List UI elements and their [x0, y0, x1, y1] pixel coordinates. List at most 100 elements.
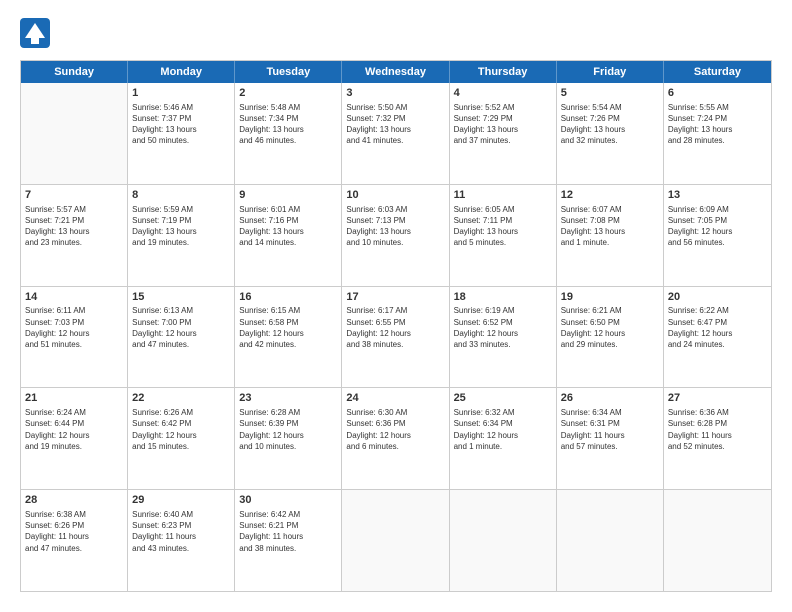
- day-cell-17: 17Sunrise: 6:17 AM Sunset: 6:55 PM Dayli…: [342, 287, 449, 388]
- calendar: SundayMondayTuesdayWednesdayThursdayFrid…: [20, 60, 772, 592]
- logo: [20, 20, 54, 50]
- day-cell-15: 15Sunrise: 6:13 AM Sunset: 7:00 PM Dayli…: [128, 287, 235, 388]
- day-cell-25: 25Sunrise: 6:32 AM Sunset: 6:34 PM Dayli…: [450, 388, 557, 489]
- calendar-header: SundayMondayTuesdayWednesdayThursdayFrid…: [21, 61, 771, 83]
- day-number: 8: [132, 188, 230, 203]
- day-info: Sunrise: 6:03 AM Sunset: 7:13 PM Dayligh…: [346, 204, 444, 249]
- day-number: 28: [25, 493, 123, 508]
- day-number: 25: [454, 391, 552, 406]
- day-info: Sunrise: 6:26 AM Sunset: 6:42 PM Dayligh…: [132, 407, 230, 452]
- day-number: 5: [561, 86, 659, 101]
- day-number: 16: [239, 290, 337, 305]
- week-row-3: 14Sunrise: 6:11 AM Sunset: 7:03 PM Dayli…: [21, 287, 771, 389]
- page: SundayMondayTuesdayWednesdayThursdayFrid…: [0, 0, 792, 612]
- day-number: 2: [239, 86, 337, 101]
- day-number: 13: [668, 188, 767, 203]
- day-header-thursday: Thursday: [450, 61, 557, 83]
- header: [20, 20, 772, 50]
- day-number: 29: [132, 493, 230, 508]
- day-number: 10: [346, 188, 444, 203]
- day-cell-1: 1Sunrise: 5:46 AM Sunset: 7:37 PM Daylig…: [128, 83, 235, 184]
- day-cell-28: 28Sunrise: 6:38 AM Sunset: 6:26 PM Dayli…: [21, 490, 128, 591]
- day-cell-5: 5Sunrise: 5:54 AM Sunset: 7:26 PM Daylig…: [557, 83, 664, 184]
- day-number: 11: [454, 188, 552, 203]
- day-info: Sunrise: 5:57 AM Sunset: 7:21 PM Dayligh…: [25, 204, 123, 249]
- day-number: 30: [239, 493, 337, 508]
- day-info: Sunrise: 6:42 AM Sunset: 6:21 PM Dayligh…: [239, 509, 337, 554]
- day-cell-12: 12Sunrise: 6:07 AM Sunset: 7:08 PM Dayli…: [557, 185, 664, 286]
- day-header-tuesday: Tuesday: [235, 61, 342, 83]
- day-cell-20: 20Sunrise: 6:22 AM Sunset: 6:47 PM Dayli…: [664, 287, 771, 388]
- day-cell-8: 8Sunrise: 5:59 AM Sunset: 7:19 PM Daylig…: [128, 185, 235, 286]
- logo-icon: [20, 18, 50, 48]
- day-number: 9: [239, 188, 337, 203]
- empty-cell: [557, 490, 664, 591]
- day-info: Sunrise: 6:30 AM Sunset: 6:36 PM Dayligh…: [346, 407, 444, 452]
- day-info: Sunrise: 5:55 AM Sunset: 7:24 PM Dayligh…: [668, 102, 767, 147]
- day-info: Sunrise: 6:07 AM Sunset: 7:08 PM Dayligh…: [561, 204, 659, 249]
- day-cell-7: 7Sunrise: 5:57 AM Sunset: 7:21 PM Daylig…: [21, 185, 128, 286]
- day-cell-18: 18Sunrise: 6:19 AM Sunset: 6:52 PM Dayli…: [450, 287, 557, 388]
- day-cell-9: 9Sunrise: 6:01 AM Sunset: 7:16 PM Daylig…: [235, 185, 342, 286]
- day-cell-19: 19Sunrise: 6:21 AM Sunset: 6:50 PM Dayli…: [557, 287, 664, 388]
- day-cell-14: 14Sunrise: 6:11 AM Sunset: 7:03 PM Dayli…: [21, 287, 128, 388]
- day-info: Sunrise: 6:15 AM Sunset: 6:58 PM Dayligh…: [239, 305, 337, 350]
- day-cell-29: 29Sunrise: 6:40 AM Sunset: 6:23 PM Dayli…: [128, 490, 235, 591]
- day-number: 15: [132, 290, 230, 305]
- day-info: Sunrise: 6:36 AM Sunset: 6:28 PM Dayligh…: [668, 407, 767, 452]
- day-header-sunday: Sunday: [21, 61, 128, 83]
- day-cell-27: 27Sunrise: 6:36 AM Sunset: 6:28 PM Dayli…: [664, 388, 771, 489]
- day-info: Sunrise: 6:22 AM Sunset: 6:47 PM Dayligh…: [668, 305, 767, 350]
- day-number: 19: [561, 290, 659, 305]
- day-cell-4: 4Sunrise: 5:52 AM Sunset: 7:29 PM Daylig…: [450, 83, 557, 184]
- day-number: 3: [346, 86, 444, 101]
- day-info: Sunrise: 5:50 AM Sunset: 7:32 PM Dayligh…: [346, 102, 444, 147]
- day-cell-22: 22Sunrise: 6:26 AM Sunset: 6:42 PM Dayli…: [128, 388, 235, 489]
- day-header-saturday: Saturday: [664, 61, 771, 83]
- day-number: 22: [132, 391, 230, 406]
- day-cell-3: 3Sunrise: 5:50 AM Sunset: 7:32 PM Daylig…: [342, 83, 449, 184]
- week-row-5: 28Sunrise: 6:38 AM Sunset: 6:26 PM Dayli…: [21, 490, 771, 591]
- day-info: Sunrise: 6:09 AM Sunset: 7:05 PM Dayligh…: [668, 204, 767, 249]
- empty-cell: [21, 83, 128, 184]
- week-row-2: 7Sunrise: 5:57 AM Sunset: 7:21 PM Daylig…: [21, 185, 771, 287]
- day-info: Sunrise: 6:01 AM Sunset: 7:16 PM Dayligh…: [239, 204, 337, 249]
- day-info: Sunrise: 5:48 AM Sunset: 7:34 PM Dayligh…: [239, 102, 337, 147]
- day-cell-24: 24Sunrise: 6:30 AM Sunset: 6:36 PM Dayli…: [342, 388, 449, 489]
- day-number: 21: [25, 391, 123, 406]
- day-number: 23: [239, 391, 337, 406]
- day-cell-6: 6Sunrise: 5:55 AM Sunset: 7:24 PM Daylig…: [664, 83, 771, 184]
- day-cell-11: 11Sunrise: 6:05 AM Sunset: 7:11 PM Dayli…: [450, 185, 557, 286]
- day-info: Sunrise: 6:21 AM Sunset: 6:50 PM Dayligh…: [561, 305, 659, 350]
- day-number: 18: [454, 290, 552, 305]
- day-header-monday: Monday: [128, 61, 235, 83]
- day-number: 14: [25, 290, 123, 305]
- day-cell-23: 23Sunrise: 6:28 AM Sunset: 6:39 PM Dayli…: [235, 388, 342, 489]
- day-cell-13: 13Sunrise: 6:09 AM Sunset: 7:05 PM Dayli…: [664, 185, 771, 286]
- day-info: Sunrise: 6:24 AM Sunset: 6:44 PM Dayligh…: [25, 407, 123, 452]
- day-cell-21: 21Sunrise: 6:24 AM Sunset: 6:44 PM Dayli…: [21, 388, 128, 489]
- day-info: Sunrise: 6:05 AM Sunset: 7:11 PM Dayligh…: [454, 204, 552, 249]
- week-row-4: 21Sunrise: 6:24 AM Sunset: 6:44 PM Dayli…: [21, 388, 771, 490]
- day-cell-30: 30Sunrise: 6:42 AM Sunset: 6:21 PM Dayli…: [235, 490, 342, 591]
- day-number: 20: [668, 290, 767, 305]
- day-header-friday: Friday: [557, 61, 664, 83]
- day-cell-10: 10Sunrise: 6:03 AM Sunset: 7:13 PM Dayli…: [342, 185, 449, 286]
- day-info: Sunrise: 6:40 AM Sunset: 6:23 PM Dayligh…: [132, 509, 230, 554]
- day-info: Sunrise: 5:46 AM Sunset: 7:37 PM Dayligh…: [132, 102, 230, 147]
- day-info: Sunrise: 6:13 AM Sunset: 7:00 PM Dayligh…: [132, 305, 230, 350]
- day-info: Sunrise: 6:28 AM Sunset: 6:39 PM Dayligh…: [239, 407, 337, 452]
- day-number: 17: [346, 290, 444, 305]
- day-info: Sunrise: 6:38 AM Sunset: 6:26 PM Dayligh…: [25, 509, 123, 554]
- day-info: Sunrise: 6:34 AM Sunset: 6:31 PM Dayligh…: [561, 407, 659, 452]
- day-number: 27: [668, 391, 767, 406]
- day-info: Sunrise: 6:11 AM Sunset: 7:03 PM Dayligh…: [25, 305, 123, 350]
- day-cell-16: 16Sunrise: 6:15 AM Sunset: 6:58 PM Dayli…: [235, 287, 342, 388]
- day-cell-2: 2Sunrise: 5:48 AM Sunset: 7:34 PM Daylig…: [235, 83, 342, 184]
- empty-cell: [450, 490, 557, 591]
- day-info: Sunrise: 5:59 AM Sunset: 7:19 PM Dayligh…: [132, 204, 230, 249]
- day-info: Sunrise: 6:19 AM Sunset: 6:52 PM Dayligh…: [454, 305, 552, 350]
- empty-cell: [342, 490, 449, 591]
- day-number: 4: [454, 86, 552, 101]
- day-number: 24: [346, 391, 444, 406]
